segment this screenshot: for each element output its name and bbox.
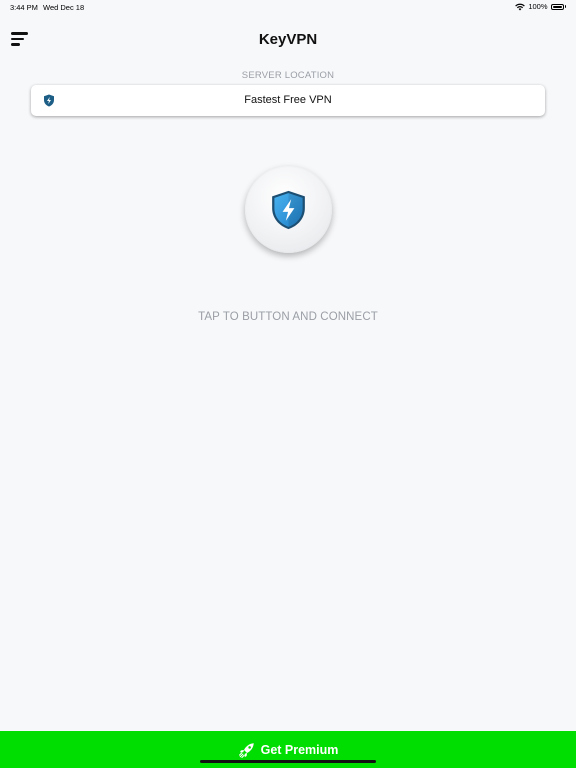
server-location-selector[interactable]: Fastest Free VPN (31, 85, 545, 116)
rocket-icon (238, 743, 254, 759)
premium-content: Get Premium (0, 741, 576, 759)
status-time: 3:44 PM (10, 3, 38, 12)
server-name: Fastest Free VPN (244, 94, 332, 106)
battery-tip (564, 5, 566, 8)
wifi-icon (515, 3, 526, 10)
battery-icon (550, 3, 564, 10)
battery-percent: 100% (528, 2, 548, 11)
status-date: Wed Dec 18 (43, 3, 85, 12)
page-title: KeyVPN (258, 31, 318, 48)
connect-hint: TAP TO BUTTON AND CONNECT (198, 311, 378, 323)
status-bar: 3:44 PM Wed Dec 18 100% (0, 0, 576, 14)
shield-bolt-icon (272, 190, 305, 230)
premium-label: Get Premium (260, 743, 339, 757)
home-indicator (200, 760, 376, 763)
server-location-label: SERVER LOCATION (241, 70, 335, 81)
connect-button[interactable] (245, 166, 332, 253)
nav-bar: KeyVPN (0, 24, 576, 56)
app-screen: 3:44 PM Wed Dec 18 100% KeyVPN SERVER LO… (0, 0, 576, 768)
status-indicators: 100% (515, 2, 566, 11)
